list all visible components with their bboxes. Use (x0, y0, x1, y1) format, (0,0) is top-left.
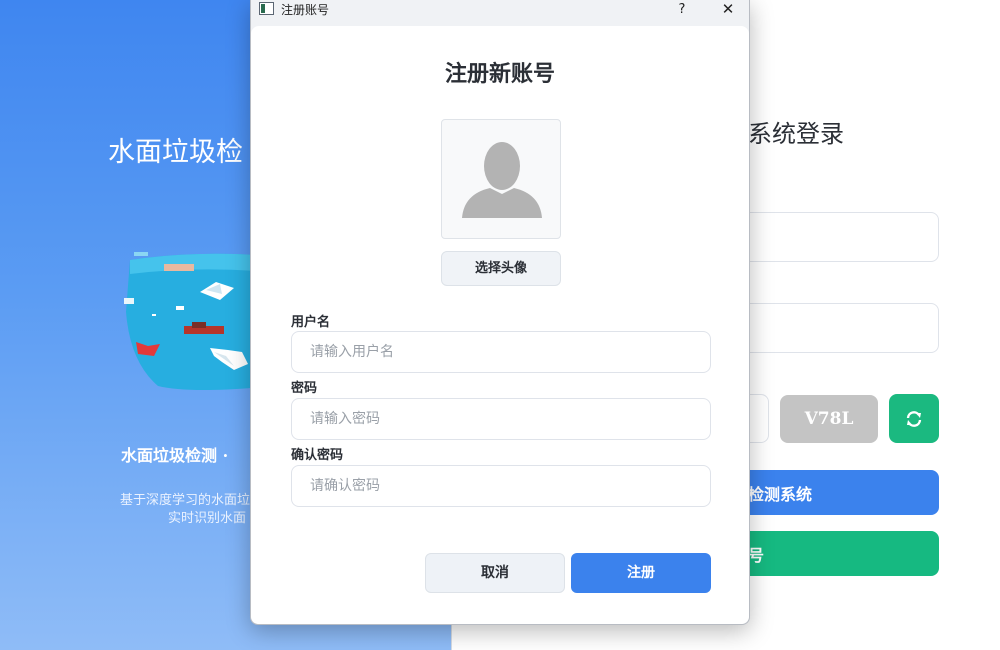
default-user-avatar-icon (462, 142, 542, 218)
password-input[interactable] (291, 398, 711, 440)
help-button[interactable]: ? (671, 0, 693, 20)
register-form-card: 注册新账号 选择头像 用户名 密码 确认密码 取消 注册 (251, 26, 749, 624)
refresh-icon (906, 410, 922, 427)
dialog-titlebar[interactable]: 注册账号 ? ✕ (251, 0, 749, 20)
dialog-window-title: 注册账号 (281, 3, 330, 17)
hero-title: 水面垃圾检 (108, 137, 243, 168)
choose-avatar-button[interactable]: 选择头像 (441, 251, 561, 286)
window-app-icon (259, 2, 274, 15)
username-label: 用户名 (291, 315, 331, 330)
register-heading: 注册新账号 (444, 61, 555, 87)
confirm-password-input[interactable] (291, 465, 711, 507)
confirm-password-label: 确认密码 (291, 448, 344, 463)
hero-subtitle: 水面垃圾检测 · (121, 446, 229, 465)
register-dialog: 注册账号 ? ✕ 注册新账号 选择头像 用户名 密码 确认密码 取消 注册 (250, 0, 750, 625)
close-button[interactable]: ✕ (717, 0, 739, 20)
login-title: 系统登录 (748, 120, 844, 148)
avatar-preview (441, 119, 561, 239)
hero-description-line2: 实时识别水面 (168, 511, 247, 526)
cancel-button[interactable]: 取消 (425, 553, 565, 593)
password-label: 密码 (291, 381, 318, 396)
hero-description-line1: 基于深度学习的水面垃 (120, 493, 251, 508)
register-submit-button[interactable]: 注册 (571, 553, 711, 593)
captcha-image[interactable]: V78L (780, 395, 878, 443)
username-input[interactable] (291, 331, 711, 373)
refresh-captcha-button[interactable] (889, 394, 939, 443)
